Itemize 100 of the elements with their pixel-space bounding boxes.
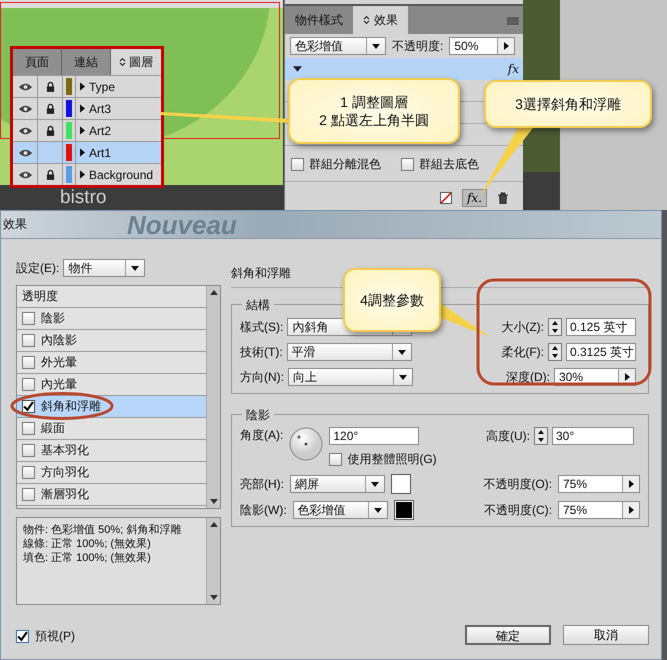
highlight-dropdown[interactable]: 網屏 <box>290 475 385 493</box>
size-field[interactable]: 0.125 英寸 <box>566 318 636 336</box>
layer-name: Type <box>89 80 116 94</box>
group-title: 陰影 <box>242 407 274 424</box>
scroll-down-icon[interactable] <box>210 595 218 600</box>
size-label: 大小(Z): <box>501 318 544 336</box>
eye-icon[interactable] <box>18 104 32 114</box>
checkbox[interactable] <box>22 400 35 413</box>
effect-label: 方向羽化 <box>41 464 89 481</box>
checkbox[interactable] <box>291 158 304 171</box>
layer-row[interactable]: Type <box>13 75 161 97</box>
color-swatch[interactable] <box>391 474 411 494</box>
spinner-icon[interactable] <box>534 427 548 445</box>
scroll-up-icon[interactable] <box>210 290 218 295</box>
panel-tab[interactable]: 效果 <box>353 6 408 34</box>
technique-dropdown[interactable]: 平滑 <box>286 343 412 361</box>
eye-icon[interactable] <box>18 126 32 136</box>
angle-label: 角度(A): <box>240 427 284 444</box>
color-swatch[interactable] <box>394 500 414 520</box>
panel-tab[interactable]: 圖層 <box>111 49 161 75</box>
fx-button[interactable]: fx. <box>462 189 487 207</box>
checkbox[interactable] <box>22 356 35 369</box>
preview-label: 預視(P) <box>35 628 75 645</box>
arrow-icon <box>624 373 630 381</box>
eye-icon[interactable] <box>18 170 32 180</box>
lock-icon[interactable] <box>46 125 54 136</box>
checkbox[interactable] <box>22 488 35 501</box>
arrow-icon <box>628 506 634 514</box>
scroll-up-icon[interactable] <box>210 522 218 527</box>
checkbox[interactable] <box>22 334 35 347</box>
eye-icon[interactable] <box>18 82 32 92</box>
scroll-down-icon[interactable] <box>210 499 218 504</box>
effect-row[interactable]: fx <box>285 58 523 80</box>
layer-row[interactable]: Art3 <box>13 97 161 119</box>
expand-icon[interactable] <box>80 170 85 179</box>
checkbox[interactable] <box>22 378 35 391</box>
updown-icon <box>119 57 126 67</box>
direction-label: 方向(N): <box>240 368 284 386</box>
checkbox[interactable] <box>22 312 35 325</box>
opacity-field[interactable]: 75% <box>558 475 640 493</box>
angle-field[interactable]: 120° <box>329 427 420 445</box>
expand-icon[interactable] <box>80 104 85 113</box>
spinner-icon[interactable] <box>548 343 562 361</box>
style-label: 樣式(S): <box>240 318 284 336</box>
eye-icon[interactable] <box>18 148 32 158</box>
opacity-field[interactable]: 75% <box>558 501 640 519</box>
soften-field[interactable]: 0.3125 英寸 <box>566 343 636 361</box>
effect-item[interactable]: 外光暈 <box>17 352 206 374</box>
checkbox-option[interactable]: 群組分離混色 <box>291 156 381 173</box>
callout-text: 4調整參數 <box>360 291 424 309</box>
expand-icon[interactable] <box>80 82 85 91</box>
effect-item[interactable]: 基本羽化 <box>17 440 206 462</box>
spinner-icon[interactable] <box>548 318 562 336</box>
trash-icon[interactable] <box>497 192 509 204</box>
scrollbar[interactable] <box>206 286 220 508</box>
checkbox[interactable] <box>16 630 29 643</box>
settings-dropdown[interactable]: 物件 <box>63 259 146 277</box>
checkbox[interactable] <box>22 422 35 435</box>
effect-item[interactable]: 陰影 <box>17 308 206 330</box>
opacity-label: 不透明度: <box>392 38 444 54</box>
layer-row[interactable]: Background <box>13 163 161 185</box>
effect-label: 斜角和浮雕 <box>41 398 101 415</box>
cancel-button[interactable]: 取消 <box>563 625 649 645</box>
checkbox[interactable] <box>329 453 342 466</box>
opacity-field[interactable]: 50% <box>449 37 516 55</box>
scrollbar[interactable] <box>206 518 220 604</box>
collapse-icon[interactable] <box>293 66 302 72</box>
lock-icon[interactable] <box>46 81 54 92</box>
menu-icon[interactable] <box>507 17 519 25</box>
expand-icon[interactable] <box>80 126 85 135</box>
callout-text: 1 調整圖層 <box>340 93 408 111</box>
shadow-label: 陰影(W): <box>240 502 287 518</box>
checkbox[interactable] <box>401 158 414 171</box>
ok-button[interactable]: 確定 <box>465 625 551 645</box>
expand-icon[interactable] <box>80 148 85 157</box>
layer-row[interactable]: Art2 <box>13 119 161 141</box>
direction-dropdown[interactable]: 向上 <box>288 368 413 386</box>
panel-tab[interactable]: 物件樣式 <box>285 6 353 34</box>
lock-icon[interactable] <box>46 103 54 114</box>
lock-icon[interactable] <box>46 169 54 180</box>
effect-item[interactable]: 斜角和浮雕 <box>17 396 206 418</box>
shadow-dropdown[interactable]: 色彩增值 <box>292 501 388 519</box>
altitude-field[interactable]: 30° <box>552 427 634 445</box>
clear-icon[interactable] <box>440 192 452 204</box>
window-title: 效果 <box>2 216 27 233</box>
effect-label: 基本羽化 <box>41 442 89 459</box>
effect-item[interactable]: 內陰影 <box>17 330 206 352</box>
caret-icon <box>399 374 407 380</box>
checkbox-option[interactable]: 群組去底色 <box>401 156 479 173</box>
effect-item[interactable]: 緞面 <box>17 418 206 440</box>
summary-line: 線條: 正常 100%; (無效果) <box>23 537 152 551</box>
blend-mode-dropdown[interactable]: 色彩增值 <box>290 37 386 55</box>
altitude-label: 高度(U): <box>486 428 530 444</box>
checkbox[interactable] <box>22 444 35 457</box>
effect-item[interactable]: 漸層羽化 <box>17 484 206 506</box>
layer-row[interactable]: Art1 <box>13 141 161 163</box>
effect-item[interactable]: 方向羽化 <box>17 462 206 484</box>
angle-dial[interactable] <box>289 427 324 461</box>
arrow-icon <box>504 42 509 50</box>
checkbox[interactable] <box>22 466 35 479</box>
